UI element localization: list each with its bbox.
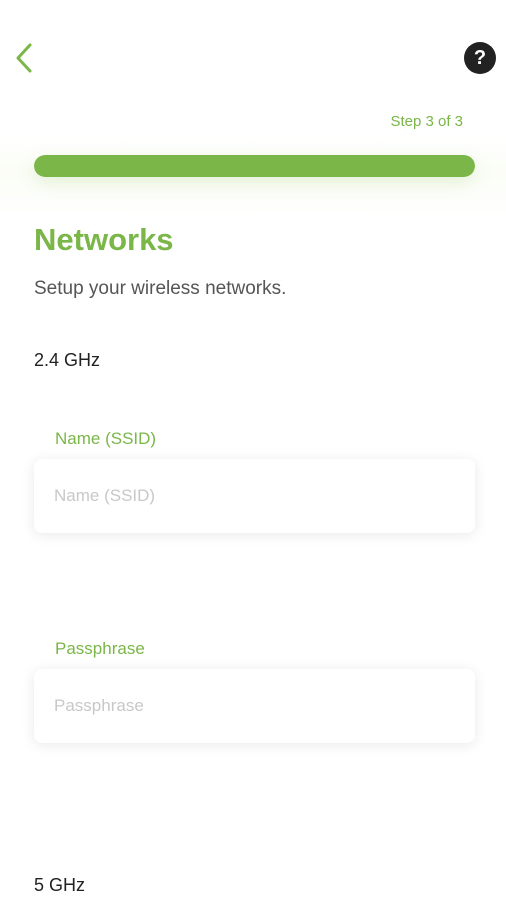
step-indicator: Step 3 of 3 (390, 113, 463, 130)
page-subtitle: Setup your wireless networks. (34, 278, 287, 299)
passphrase-input[interactable] (54, 669, 454, 743)
band-5ghz-heading: 5 GHz (34, 875, 86, 895)
header-area (0, 0, 506, 220)
ssid-label: Name (SSID) (55, 429, 157, 448)
progress-bar-fill (34, 155, 475, 177)
page-title: Networks (34, 222, 174, 257)
chevron-left-icon (16, 43, 32, 73)
back-button[interactable] (6, 38, 42, 78)
networks-setup-screen: ? Step 3 of 3 Networks Setup your wirele… (0, 0, 506, 900)
question-mark-icon: ? (473, 47, 487, 69)
band-24ghz-heading: 2.4 GHz (34, 350, 101, 370)
ssid-input[interactable] (54, 459, 454, 533)
passphrase-label: Passphrase (55, 639, 145, 658)
help-button[interactable]: ? (464, 42, 496, 74)
passphrase-field-card (34, 669, 475, 743)
ssid-field-card (34, 459, 475, 533)
progress-bar (34, 155, 475, 177)
